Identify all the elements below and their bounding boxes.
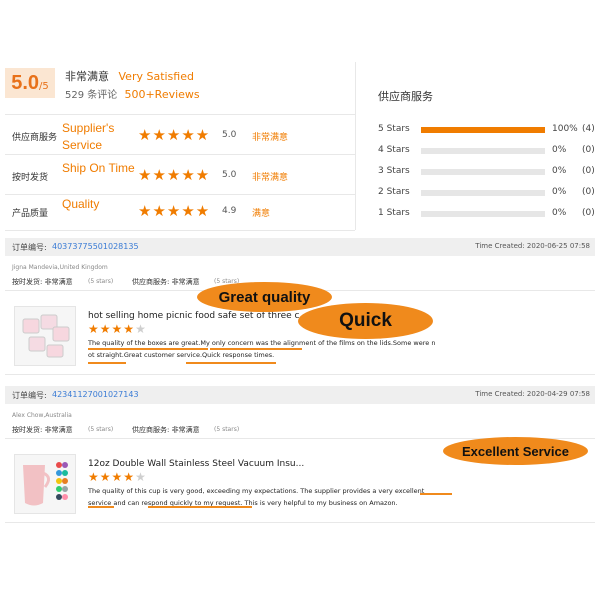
rating-label-en: Supplier's Service	[62, 121, 115, 152]
rating-stars: ★★★★★	[138, 166, 211, 184]
order-number-link[interactable]: 40373775501028135	[52, 242, 139, 251]
divider	[355, 62, 356, 230]
summary-count-row: 529 条评论 500+Reviews	[65, 86, 200, 101]
divider	[5, 154, 355, 155]
reviewer-name: Alex Chow,Australia	[12, 412, 72, 419]
rating-label-cn: 按时发货	[12, 173, 49, 183]
rating-score: 5.0	[222, 130, 237, 140]
distribution-count: (0)	[582, 166, 595, 176]
callout-quick: Quick	[298, 303, 433, 339]
summary-label-row: 非常满意 Very Satisfied	[65, 68, 194, 84]
product-stars: ★★★★★	[88, 470, 147, 484]
rating-score: 5.0	[222, 170, 237, 180]
ship-rating-label: 按时发货: 非常满意	[12, 426, 73, 434]
order-time: Time Created: 2020-06-25 07:58	[475, 242, 590, 250]
distribution-title: 供应商服务	[378, 90, 433, 103]
score-value: 5.0	[11, 71, 40, 94]
rating-label-cn: 产品质量	[12, 209, 49, 219]
ship-rating-stars: (5 stars)	[88, 426, 114, 433]
highlight-underline	[148, 506, 252, 508]
callout-quick-text: Quick	[339, 310, 392, 331]
rating-level: 非常满意	[252, 133, 289, 143]
score-suffix: /5	[39, 80, 49, 92]
order-number-link[interactable]: 42341127001027143	[52, 390, 139, 399]
summary-count-cn: 529 条评论	[65, 90, 118, 101]
rating-level: 满意	[252, 209, 271, 219]
summary-label-en: Very Satisfied	[118, 70, 194, 83]
distribution-label: 1 Stars	[378, 208, 410, 218]
divider	[5, 114, 355, 115]
distribution-bar-track	[421, 127, 545, 133]
ship-rating-stars: (5 stars)	[88, 278, 114, 285]
score-badge: 5.0 /5	[5, 68, 55, 98]
distribution-percent: 0%	[552, 187, 567, 197]
rating-score: 4.9	[222, 206, 237, 216]
order-time: Time Created: 2020-04-29 07:58	[475, 390, 590, 398]
divider	[5, 230, 355, 231]
divider	[5, 194, 355, 195]
distribution-label: 4 Stars	[378, 145, 410, 155]
product-image[interactable]	[14, 306, 76, 366]
distribution-percent: 0%	[552, 208, 567, 218]
distribution-count: (0)	[582, 208, 595, 218]
rating-stars: ★★★★★	[138, 202, 211, 220]
callout-excellent-service-text: Excellent Service	[462, 443, 569, 459]
rating-level: 非常满意	[252, 173, 289, 183]
review-text-line: The quality of the boxes are great.My on…	[88, 339, 436, 347]
distribution-label: 3 Stars	[378, 166, 410, 176]
distribution-count: (0)	[582, 187, 595, 197]
distribution-count: (0)	[582, 145, 595, 155]
rating-label-en: Ship On Time	[62, 161, 135, 175]
review-text-line: The quality of this cup is very good, ex…	[88, 487, 425, 495]
product-title-link[interactable]: 12oz Double Wall Stainless Steel Vacuum …	[88, 459, 304, 469]
reviewer-name: Jigna Mandevia,United Kingdom	[12, 264, 108, 271]
service-rating-label: 供应商服务: 非常满意	[132, 278, 200, 286]
distribution-percent: 0%	[552, 145, 567, 155]
distribution-label: 2 Stars	[378, 187, 410, 197]
divider	[5, 374, 595, 375]
distribution-percent: 0%	[552, 166, 567, 176]
highlight-underline	[210, 348, 302, 350]
callout-excellent-service: Excellent Service	[443, 437, 588, 465]
product-image[interactable]	[14, 454, 76, 514]
summary-count-en: 500+Reviews	[124, 88, 200, 101]
product-title-link[interactable]: hot selling home picnic food safe set of…	[88, 311, 308, 321]
rating-label-en: Quality	[62, 197, 100, 211]
highlight-underline	[420, 493, 452, 495]
highlight-underline	[88, 506, 114, 508]
summary-label-cn: 非常满意	[65, 70, 109, 83]
distribution-bar-track	[421, 169, 545, 175]
callout-great-quality: Great quality	[197, 282, 332, 312]
order-number-label: 订单编号:	[12, 243, 47, 252]
product-stars: ★★★★★	[88, 322, 147, 336]
distribution-bar-fill	[421, 127, 545, 133]
highlight-underline	[186, 362, 276, 364]
highlight-underline	[88, 348, 208, 350]
rating-label-cn: 供应商服务	[12, 133, 58, 143]
rating-stars: ★★★★★	[138, 126, 211, 144]
divider	[5, 522, 595, 523]
ship-rating-label: 按时发货: 非常满意	[12, 278, 73, 286]
distribution-percent: 100%	[552, 124, 578, 134]
distribution-count: (4)	[582, 124, 595, 134]
distribution-bar-track	[421, 190, 545, 196]
order-number-label: 订单编号:	[12, 391, 47, 400]
callout-great-quality-text: Great quality	[218, 288, 311, 306]
distribution-label: 5 Stars	[378, 124, 410, 134]
distribution-bar-track	[421, 211, 545, 217]
highlight-underline	[88, 362, 126, 364]
review-text-line: ot straight.Great customer service.Quick…	[88, 351, 275, 359]
service-rating-label: 供应商服务: 非常满意	[132, 426, 200, 434]
distribution-bar-track	[421, 148, 545, 154]
service-rating-stars: (5 stars)	[214, 426, 240, 433]
